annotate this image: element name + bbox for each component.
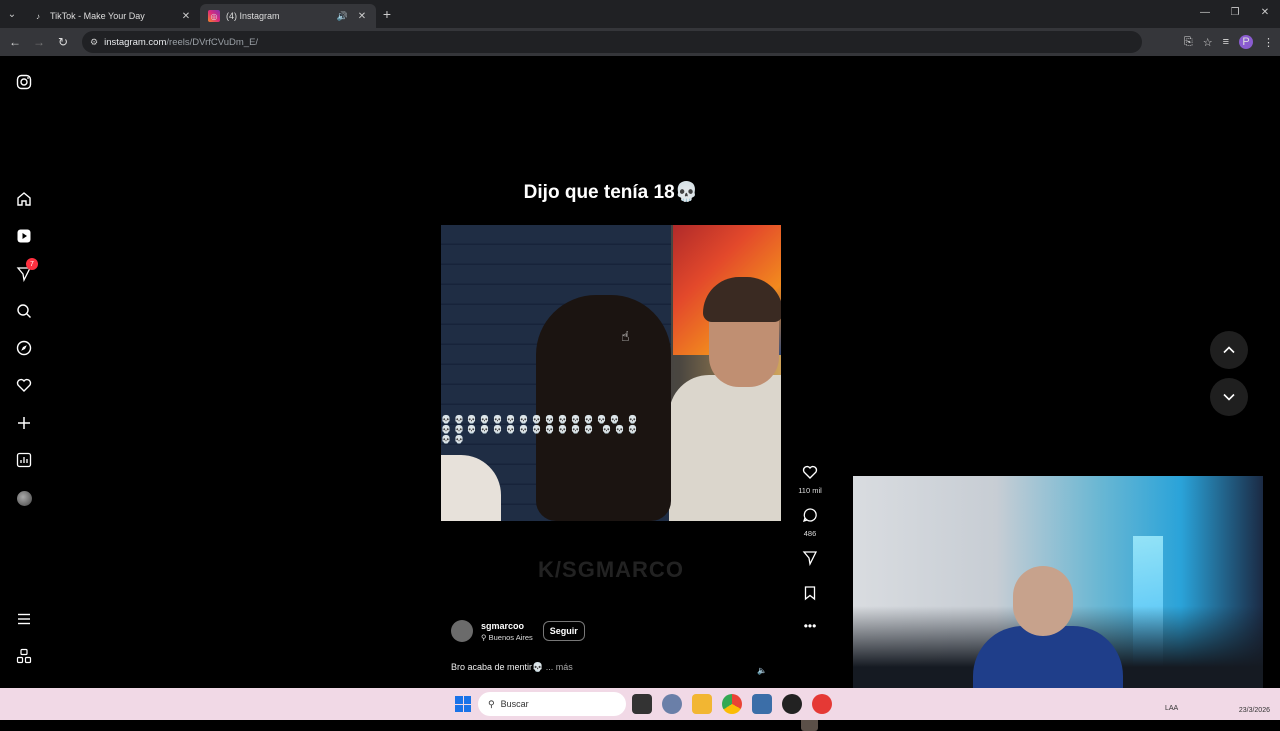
taskbar-clock[interactable]: 23/3/2026 bbox=[1239, 692, 1270, 716]
location-label: Buenos Aires bbox=[488, 632, 533, 642]
taskbar-search[interactable]: ⚲ Buscar bbox=[478, 692, 626, 716]
tab-close-icon[interactable]: ✕ bbox=[180, 11, 192, 22]
heart-outline-icon bbox=[802, 465, 818, 479]
audio-toggle-icon[interactable]: 🔈 bbox=[755, 666, 769, 676]
chrome-icon[interactable] bbox=[722, 694, 742, 714]
share-button[interactable] bbox=[797, 550, 823, 571]
browser-menu-icon[interactable]: ⋮ bbox=[1263, 36, 1274, 49]
more-icon[interactable] bbox=[14, 646, 34, 666]
address-bar[interactable]: ⚙ instagram.com/reels/DVrfCVuDm_E/ bbox=[82, 31, 1142, 53]
dashboard-icon[interactable] bbox=[14, 450, 34, 470]
send-icon bbox=[802, 551, 818, 567]
file-explorer-icon[interactable] bbox=[692, 694, 712, 714]
messages-icon[interactable]: 7 bbox=[14, 258, 38, 284]
url-path: /reels/DVrfCVuDm_E/ bbox=[166, 36, 259, 48]
webcam-person-head bbox=[1013, 566, 1073, 636]
chevron-up-icon bbox=[1223, 346, 1235, 354]
search-icon: ⚲ bbox=[488, 698, 495, 709]
instagram-logo-icon[interactable] bbox=[14, 72, 34, 92]
follow-button[interactable]: Seguir bbox=[542, 621, 585, 641]
video-person-shirt bbox=[669, 375, 781, 521]
address-toolbar: ← → ↻ ⚙ instagram.com/reels/DVrfCVuDm_E/… bbox=[0, 28, 1280, 56]
save-button[interactable] bbox=[797, 585, 823, 606]
bookmark-star-icon[interactable]: ☆ bbox=[1203, 36, 1213, 49]
windows-taskbar: ⚲ Buscar LAA 23/3/2026 bbox=[0, 688, 1280, 720]
video-person-back bbox=[536, 295, 671, 521]
like-count: 110 mil bbox=[798, 486, 822, 495]
previous-reel-button[interactable] bbox=[1210, 331, 1248, 369]
reel-author: sgmarcoo ⚲ Buenos Aires Seguir bbox=[451, 620, 585, 642]
more-options-icon[interactable]: ••• bbox=[797, 619, 823, 633]
comment-icon bbox=[802, 508, 817, 523]
windows-start-icon[interactable] bbox=[455, 696, 471, 712]
forward-icon[interactable]: → bbox=[27, 35, 51, 49]
profile-avatar-button[interactable]: P bbox=[1239, 35, 1253, 49]
reel-top-area: Dijo que tenía 18💀 bbox=[441, 68, 781, 225]
new-tab-button[interactable]: + bbox=[376, 6, 398, 22]
skull-emoji-row: 💀💀💀💀💀💀💀💀💀💀💀💀💀💀 💀💀💀💀💀💀💀💀💀💀💀💀💀 💀💀💀💀💀 bbox=[441, 415, 641, 444]
minimize-icon[interactable]: — bbox=[1190, 0, 1220, 28]
reel-player[interactable]: Dijo que tenía 18💀 💀💀💀💀💀💀💀💀💀💀💀💀💀💀 💀💀💀💀💀💀… bbox=[441, 68, 781, 676]
more-link[interactable]: ... más bbox=[546, 662, 573, 672]
tab-instagram[interactable]: ◎ (4) Instagram 🔊 ✕ bbox=[200, 4, 376, 28]
tab-close-icon[interactable]: ✕ bbox=[356, 11, 368, 22]
taskbar-search-placeholder: Buscar bbox=[500, 699, 529, 709]
hand-cursor-icon: ☝ bbox=[621, 328, 630, 344]
chevron-down-icon bbox=[1223, 393, 1235, 401]
tab-tiktok[interactable]: ♪ TikTok - Make Your Day ✕ bbox=[24, 4, 200, 28]
comment-button[interactable]: 486 bbox=[797, 507, 823, 538]
home-icon[interactable] bbox=[14, 189, 34, 209]
speaker-icon[interactable]: 🔊 bbox=[337, 11, 348, 22]
task-view-icon[interactable] bbox=[632, 694, 652, 714]
restore-icon[interactable]: ❐ bbox=[1220, 0, 1250, 28]
taskbar-apps bbox=[632, 694, 832, 714]
bookmark-icon bbox=[804, 586, 816, 601]
media-control-icon[interactable]: ≡ bbox=[1223, 36, 1229, 48]
install-app-icon[interactable]: ⎘ bbox=[1184, 36, 1193, 49]
search-icon[interactable] bbox=[14, 301, 34, 321]
tab-search-icon[interactable]: ⌄ bbox=[0, 0, 24, 28]
video-watermark: K/SGMARCO bbox=[538, 557, 684, 582]
reload-icon[interactable]: ↻ bbox=[51, 35, 75, 49]
comment-count: 486 bbox=[803, 529, 817, 538]
close-window-icon[interactable]: ✕ bbox=[1250, 0, 1280, 28]
next-reel-button[interactable] bbox=[1210, 378, 1248, 416]
taskbar-date: 23/3/2026 bbox=[1238, 707, 1270, 714]
back-icon[interactable]: ← bbox=[3, 35, 27, 49]
reels-icon[interactable] bbox=[14, 226, 34, 246]
location-pin-icon: ⚲ bbox=[481, 632, 487, 642]
media-player-icon[interactable] bbox=[812, 694, 832, 714]
like-button[interactable]: 110 mil bbox=[797, 464, 823, 495]
url-host: instagram.com bbox=[104, 36, 167, 48]
tab-title: (4) Instagram bbox=[226, 11, 280, 21]
webcam-person bbox=[973, 556, 1123, 708]
notification-badge: 7 bbox=[26, 258, 38, 270]
reel-bottom-area: K/SGMARCO sgmarcoo ⚲ Buenos Aires Seguir… bbox=[441, 521, 781, 676]
menu-icon[interactable] bbox=[14, 609, 34, 629]
site-info-icon[interactable]: ⚙ bbox=[90, 37, 98, 48]
create-icon[interactable] bbox=[14, 413, 34, 433]
app-icon[interactable] bbox=[752, 694, 772, 714]
instagram-icon: ◎ bbox=[208, 10, 220, 22]
author-name[interactable]: sgmarcoo bbox=[481, 621, 533, 631]
tab-title: TikTok - Make Your Day bbox=[50, 11, 145, 21]
explore-icon[interactable] bbox=[14, 338, 34, 358]
instagram-sidebar: 7 bbox=[0, 56, 48, 688]
tiktok-icon: ♪ bbox=[36, 11, 40, 21]
reel-video[interactable]: 💀💀💀💀💀💀💀💀💀💀💀💀💀💀 💀💀💀💀💀💀💀💀💀💀💀💀💀 💀💀💀💀💀 bbox=[441, 225, 781, 521]
webcam-overlay bbox=[853, 476, 1263, 708]
obs-icon[interactable] bbox=[782, 694, 802, 714]
taskbar-language[interactable]: LAA bbox=[1165, 705, 1178, 712]
reel-description[interactable]: Bro acaba de mentir💀 ... más bbox=[451, 662, 573, 673]
profile-avatar[interactable] bbox=[14, 488, 34, 508]
author-location[interactable]: ⚲ Buenos Aires bbox=[481, 633, 533, 642]
description-text: Bro acaba de mentir💀 bbox=[451, 662, 544, 672]
reel-overlay-text: Dijo que tenía 18💀 bbox=[523, 182, 699, 203]
settings-icon[interactable] bbox=[662, 694, 682, 714]
window-controls: — ❐ ✕ bbox=[1190, 0, 1280, 28]
author-avatar[interactable] bbox=[451, 620, 473, 642]
heart-icon[interactable] bbox=[14, 375, 34, 395]
browser-tabbar: ⌄ ♪ TikTok - Make Your Day ✕ ◎ (4) Insta… bbox=[0, 0, 1280, 28]
